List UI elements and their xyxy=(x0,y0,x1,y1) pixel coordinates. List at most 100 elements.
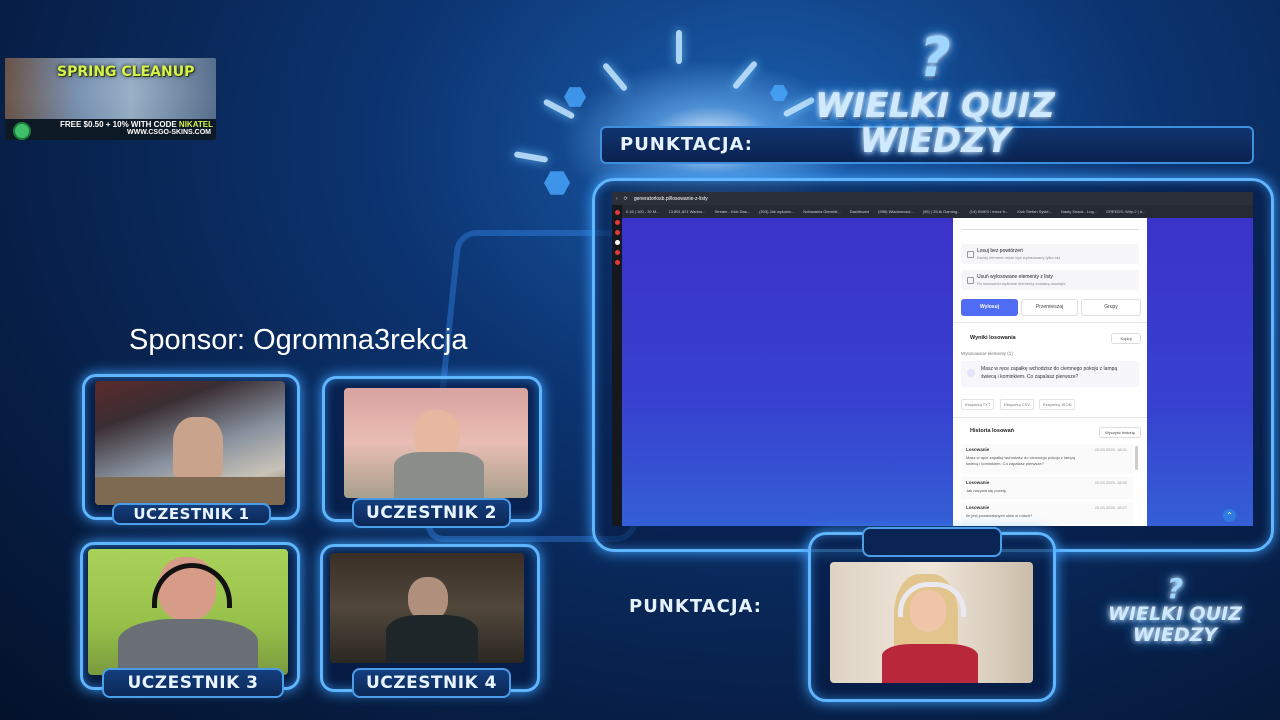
bookmark-item[interactable]: Stream - Kick Das... xyxy=(715,209,751,214)
groups-button-label: Grupy xyxy=(1104,304,1118,310)
copy-button[interactable]: Kopiuj xyxy=(1111,333,1141,344)
divider xyxy=(953,417,1147,418)
browser-address-bar[interactable]: ‹ ⟳ generatorlosb.pl/losowanie-z-listy xyxy=(612,192,1253,205)
sidebar-app-icon[interactable] xyxy=(614,220,620,225)
quiz-logo-bottom: ? WIELKI QUIZ WIEDZY xyxy=(1100,572,1250,646)
sidebar-app-icon[interactable] xyxy=(614,250,620,255)
browser-window: ‹ ⟳ generatorlosb.pl/losowanie-z-listy 0… xyxy=(612,192,1253,526)
history-list[interactable]: Losowanie 20.03.2025, 18:31 Masz w ręce … xyxy=(961,444,1139,526)
history-item: Losowanie 20.03.2025, 18:30 Jak nazywa s… xyxy=(961,477,1133,499)
light-ray xyxy=(513,151,549,163)
bookmark-item[interactable]: 13,891,821 Wartos... xyxy=(669,209,706,214)
history-item-label: Losowanie xyxy=(966,505,990,510)
history-title: Historia losowań xyxy=(970,428,1015,434)
host-camera xyxy=(830,562,1033,683)
banner-code: NIKATEL xyxy=(178,120,213,129)
remove-drawn-checkbox[interactable] xyxy=(967,277,974,284)
sponsor-text: Sponsor: Ogromna3rekcja xyxy=(129,324,468,356)
banner-promo-line: FREE $0.50 + 10% WITH CODE NIKATEL xyxy=(35,120,213,129)
panel-top-rule xyxy=(961,229,1139,230)
option-no-repeat[interactable]: Losuj bez powtórzeń Każdy element może b… xyxy=(961,244,1139,264)
results-subtitle: Wylosowane elementy (1) xyxy=(961,351,1013,356)
coin-icon xyxy=(13,122,31,140)
bookmark-item[interactable]: (14) KMKS l mecz fr... xyxy=(969,209,1008,214)
results-title: Wyniki losowania xyxy=(970,335,1016,341)
draw-button[interactable]: Wylosuj xyxy=(961,299,1018,316)
history-item: Losowanie 20.03.2025, 18:27 Ile jest pow… xyxy=(961,502,1133,524)
history-item-label: Losowanie xyxy=(966,480,990,485)
participant-4-label: UCZESTNIK 4 xyxy=(352,668,511,698)
history-item-date: 20.03.2025, 18:27 xyxy=(1094,505,1127,510)
export-txt[interactable]: Eksportuj TXT xyxy=(961,399,995,410)
quiz-logo-top: ? WIELKI QUIZ WIEDZY xyxy=(800,26,1070,161)
option-title: Losuj bez powtórzeń xyxy=(977,248,1023,254)
reload-icon[interactable]: ⟳ xyxy=(624,196,628,202)
page-content: Losuj bez powtórzeń Każdy element może b… xyxy=(622,218,1253,526)
participant-4-camera xyxy=(330,553,524,663)
result-number-badge xyxy=(967,369,975,377)
history-item-date: 20.03.2025, 18:31 xyxy=(1094,447,1127,452)
history-item-text: Jak nazywa się pocztę xyxy=(966,488,1007,493)
history-item-label: Losowanie xyxy=(966,447,990,452)
sidebar-app-icon[interactable] xyxy=(614,240,620,245)
bookmark-item[interactable]: Notowania Giereldi... xyxy=(803,209,840,214)
score-label-bottom: PUNKTACJA: xyxy=(629,596,763,617)
desk xyxy=(95,477,285,505)
randomizer-panel: Losuj bez powtórzeń Każdy element może b… xyxy=(953,218,1147,526)
option-desc: Każdy element może być wylosowany tylko … xyxy=(977,255,1061,260)
history-item-text: Masz w ręce zapałkę wchodzisz do ciemneg… xyxy=(966,455,1075,466)
browser-sidebar xyxy=(612,205,622,526)
participant-1-label: UCZESTNIK 1 xyxy=(112,503,271,525)
history-item-text: Ile jest powiedzianych słów w rolach? xyxy=(966,513,1033,518)
shuffle-button-label: Przemieszaj xyxy=(1035,304,1064,310)
participant-1-camera xyxy=(95,381,285,505)
logo-line2: WIEDZY xyxy=(1132,624,1218,646)
sidebar-app-icon[interactable] xyxy=(614,260,620,265)
shuffle-button[interactable]: Przemieszaj xyxy=(1021,299,1078,316)
groups-button[interactable]: Grupy xyxy=(1081,299,1141,316)
bookmark-item[interactable]: (95) | 25-tk Gaming... xyxy=(923,209,961,214)
bookmark-item[interactable]: Dashboard xyxy=(850,209,870,214)
bookmark-item[interactable]: GREEDS: Wrip 2 | d... xyxy=(1106,209,1145,214)
hexagon-decoration xyxy=(544,171,570,195)
logo-line2: WIEDZY xyxy=(859,121,1011,161)
host-frame-tab xyxy=(862,527,1002,557)
question-mark-icon: ? xyxy=(1166,572,1184,605)
banner-title: SPRING CLEANUP xyxy=(57,64,195,80)
divider xyxy=(953,322,1147,323)
history-scrollbar[interactable] xyxy=(1135,446,1138,470)
banner-url: WWW.CSGO-SKINS.COM xyxy=(127,129,211,136)
result-text: Masz w ręce zapałkę wchodzisz do ciemneg… xyxy=(981,366,1118,380)
export-csv[interactable]: Eksportuj CSV xyxy=(1000,399,1035,410)
light-ray xyxy=(676,30,682,64)
no-repeat-checkbox[interactable] xyxy=(967,251,974,258)
participant-2-label: UCZESTNIK 2 xyxy=(352,498,511,528)
url-text[interactable]: generatorlosb.pl/losowanie-z-listy xyxy=(634,196,708,202)
host-body xyxy=(882,644,978,683)
bookmark-item[interactable]: Kick Stefan Syste... xyxy=(1017,209,1052,214)
logo-line1: WIELKI QUIZ xyxy=(815,86,1055,126)
sponsor-banner[interactable]: SPRING CLEANUP FREE $0.50 + 10% WITH COD… xyxy=(5,58,216,140)
export-json[interactable]: Eksportuj JSON xyxy=(1039,399,1076,410)
question-mark-icon: ? xyxy=(919,26,951,89)
option-title: Usuń wylosowane elementy z listy xyxy=(977,274,1053,280)
bookmark-item[interactable]: (598) Wiadomosci... xyxy=(878,209,914,214)
score-label-top: PUNKTACJA: xyxy=(620,134,754,155)
person-body xyxy=(118,619,258,675)
clear-history-label: Wyczyść historię xyxy=(1105,430,1135,435)
bookmark-item[interactable]: Nasty Snack - Log... xyxy=(1061,209,1097,214)
logo-line1: WIELKI QUIZ xyxy=(1108,603,1242,625)
back-icon[interactable]: ‹ xyxy=(616,196,618,202)
bookmark-item[interactable]: 0.16 | 100 - 30 M... xyxy=(626,209,660,214)
bookmark-item[interactable]: (303) Jak wykonic... xyxy=(759,209,794,214)
option-desc: Po losowaniu wybrane elementy zostaną us… xyxy=(977,281,1066,286)
sidebar-app-icon[interactable] xyxy=(614,210,620,215)
participant-3-label: UCZESTNIK 3 xyxy=(102,668,284,698)
banner-promo: FREE $0.50 + 10% WITH CODE xyxy=(59,120,177,129)
scroll-to-top-button[interactable]: ⌃ xyxy=(1223,509,1236,522)
option-remove-drawn[interactable]: Usuń wylosowane elementy z listy Po loso… xyxy=(961,270,1139,290)
draw-button-label: Wylosuj xyxy=(979,304,1000,310)
clear-history-button[interactable]: Wyczyść historię xyxy=(1099,427,1141,438)
participant-2-camera xyxy=(344,388,528,498)
sidebar-app-icon[interactable] xyxy=(614,230,620,235)
